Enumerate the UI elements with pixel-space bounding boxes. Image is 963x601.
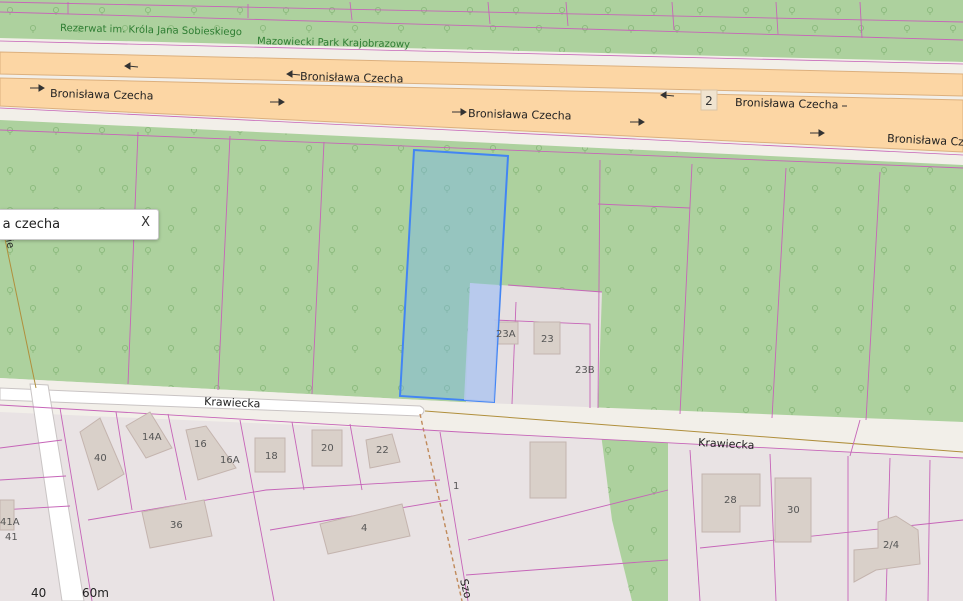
label-street-czecha-4: Bronisława Czecha — [735, 96, 839, 112]
house-number: 16 — [194, 439, 207, 450]
house-number: 14A — [142, 432, 162, 443]
label-street-czecha-1: Bronisława Czecha — [300, 70, 404, 86]
search-box: X — [0, 209, 159, 240]
house-number: 30 — [787, 505, 800, 516]
house-number: 2/4 — [883, 540, 899, 551]
scale-label-left: 40 — [31, 586, 47, 600]
house-number: 41A — [0, 517, 20, 528]
label-street-czecha-2: Bronisława Czecha — [50, 87, 154, 103]
house-number: 23 — [541, 334, 554, 345]
house-number: 18 — [265, 451, 278, 462]
house-number: 20 — [321, 443, 334, 454]
house-number: 28 — [724, 495, 737, 506]
house-number: 23B — [575, 365, 595, 376]
house-number: 22 — [376, 445, 389, 456]
map-canvas[interactable]: 2 Rezerwat im. Króla Jana Sobieskiego Ma… — [0, 0, 963, 601]
house-number: 36 — [170, 520, 183, 531]
house-number: 4 — [361, 523, 367, 534]
house-number: 40 — [94, 453, 107, 464]
house-number: 23A — [496, 329, 516, 340]
house-number: 1 — [453, 481, 459, 492]
label-street-czecha-3: Bronisława Czecha — [468, 107, 572, 123]
label-street-krawiecka-1: Krawiecka — [204, 395, 261, 410]
search-clear-button[interactable]: X — [141, 215, 150, 230]
search-input[interactable] — [0, 210, 130, 239]
route-ref-label: 2 — [705, 94, 713, 108]
house-number: 41 — [5, 532, 18, 543]
scale-label-right: 60m — [82, 586, 109, 600]
scale-bar: 40 60m — [0, 586, 110, 601]
selected-parcel[interactable] — [398, 148, 510, 404]
house-number: 16A — [220, 455, 240, 466]
